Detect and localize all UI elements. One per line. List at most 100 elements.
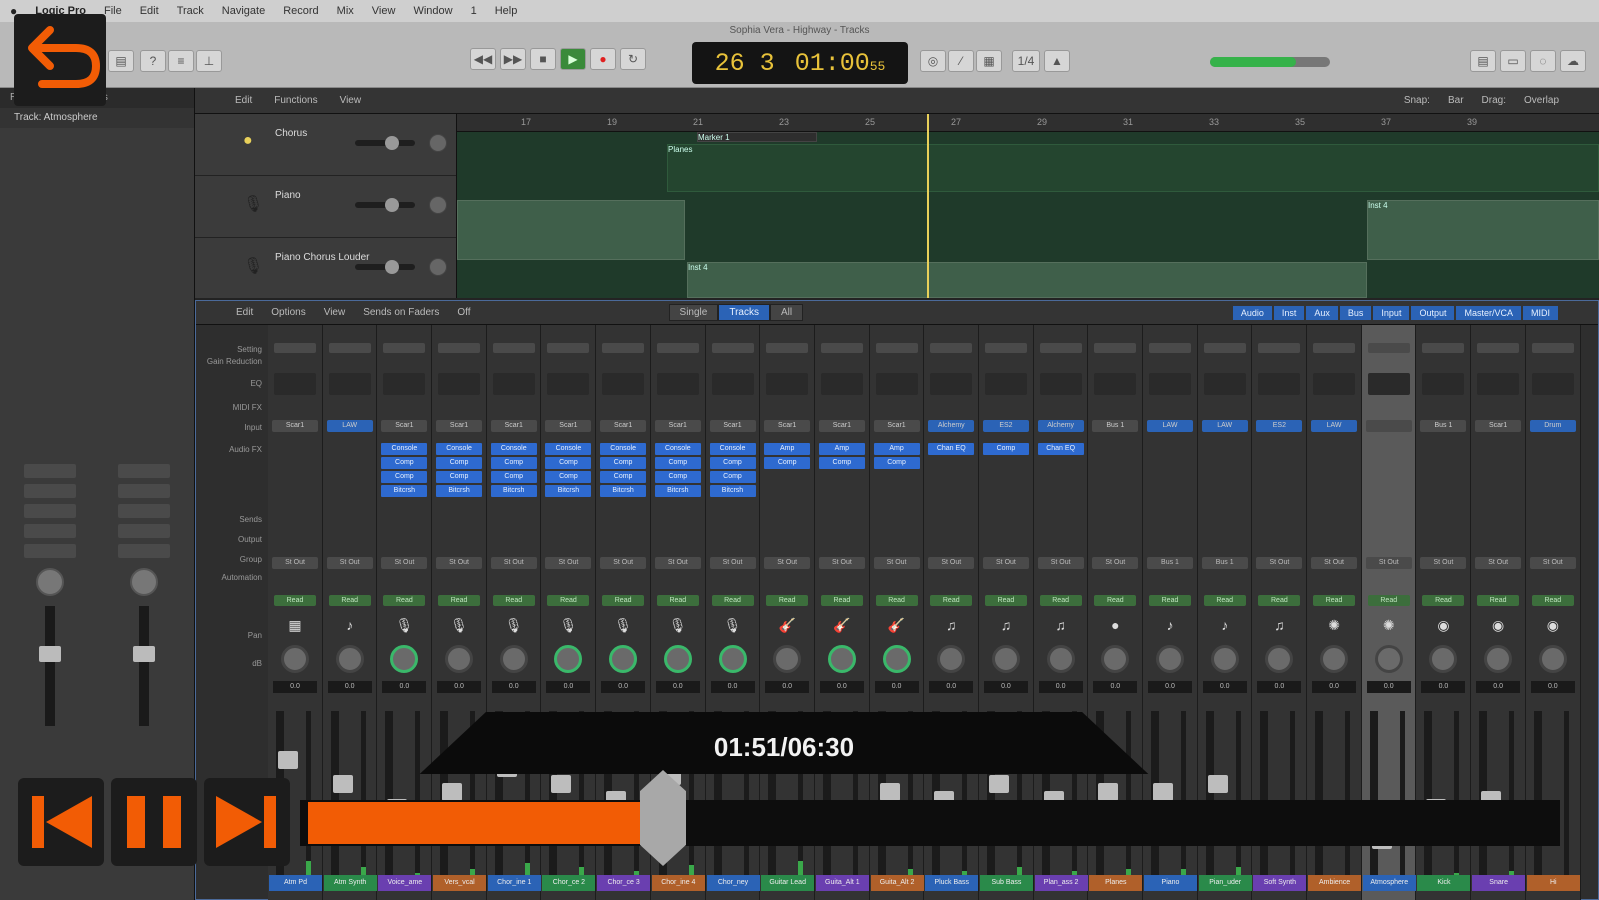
channel-plugin-slot[interactable]: Comp <box>709 471 756 483</box>
track-pan-knob[interactable] <box>429 134 447 152</box>
channel-automation-mode[interactable]: Read <box>1203 595 1246 606</box>
track-name[interactable]: Piano <box>275 190 301 201</box>
inspector-track-header[interactable]: Track: Atmosphere <box>0 108 194 128</box>
menu-window[interactable]: Window <box>413 5 452 17</box>
channel-fader-cap[interactable] <box>1207 775 1228 793</box>
channel-name[interactable]: Chor_ney <box>706 875 760 891</box>
channel-setting-slot[interactable] <box>711 343 754 353</box>
channel-automation-mode[interactable]: Read <box>1094 595 1137 606</box>
channel-output-slot[interactable]: St Out <box>490 557 537 569</box>
channel-output-slot[interactable]: St Out <box>1311 557 1358 569</box>
track-volume-slider[interactable] <box>355 260 415 274</box>
channel-pan-knob[interactable] <box>1156 645 1184 673</box>
channel-plugin-slot[interactable]: Chan EQ <box>1037 443 1084 455</box>
track-volume-cap[interactable] <box>385 260 399 274</box>
channel-plugin-slot[interactable]: Comp <box>545 457 592 469</box>
channel-output-slot[interactable]: St Out <box>381 557 428 569</box>
channel-setting-slot[interactable] <box>602 343 645 353</box>
channel-input-slot[interactable]: Alchemy <box>928 420 975 432</box>
channel-automation-mode[interactable]: Read <box>1531 595 1574 606</box>
channel-setting-slot[interactable] <box>656 343 699 353</box>
mode-all[interactable]: All <box>769 304 804 321</box>
channel-name[interactable]: Guita_Alt 2 <box>870 875 924 891</box>
channel-setting-slot[interactable] <box>984 343 1027 353</box>
channel-automation-mode[interactable]: Read <box>930 595 973 606</box>
channel-name[interactable]: Pian_uder <box>1198 875 1252 891</box>
pause-button[interactable] <box>111 778 197 866</box>
master-volume-slider[interactable] <box>1210 57 1330 67</box>
channel-output-slot[interactable]: St Out <box>1365 557 1412 569</box>
channel-fader-cap[interactable] <box>332 775 353 793</box>
channel-pan-knob[interactable] <box>1374 645 1403 673</box>
channel-eq-thumbnail[interactable] <box>602 373 645 395</box>
channel-automation-mode[interactable]: Read <box>383 595 426 606</box>
channel-name[interactable]: Pluck Bass <box>925 875 979 891</box>
channel-eq-thumbnail[interactable] <box>274 373 316 395</box>
strip-output[interactable] <box>24 544 76 558</box>
channel-eq-thumbnail[interactable] <box>1367 373 1410 395</box>
channel-plugin-slot[interactable]: Bitcrsh <box>381 485 428 497</box>
channel-plugin-slot[interactable]: Bitcrsh <box>436 485 483 497</box>
channel-setting-slot[interactable] <box>1258 343 1301 353</box>
channel-name[interactable]: Piano <box>1144 875 1197 891</box>
channel-pan-knob[interactable] <box>773 645 802 673</box>
channel-automation-mode[interactable]: Read <box>656 595 699 606</box>
channel-plugin-slot[interactable]: Comp <box>490 457 537 469</box>
channel-plugin-slot[interactable]: Console <box>654 443 701 455</box>
channel-fader-cap[interactable] <box>442 783 463 801</box>
channel-input-slot[interactable]: Drum <box>1529 420 1576 432</box>
channel-name[interactable]: Chor_ce 2 <box>542 875 596 891</box>
channel-output-slot[interactable]: St Out <box>928 557 975 569</box>
forward-icon[interactable]: ▶▶ <box>500 48 526 70</box>
channel-pan-knob[interactable] <box>882 645 911 673</box>
menu-view[interactable]: View <box>372 5 396 17</box>
channel-plugin-slot[interactable]: Comp <box>982 443 1029 455</box>
track-pan-knob[interactable] <box>429 258 447 276</box>
channel-automation-mode[interactable]: Read <box>766 595 809 606</box>
channel-name[interactable]: Chor_ine 1 <box>487 875 541 891</box>
channel-input-slot[interactable]: Scar1 <box>436 420 483 432</box>
channel-automation-mode[interactable]: Read <box>1422 595 1465 606</box>
channel-plugin-slot[interactable]: Console <box>600 443 647 455</box>
channel-plugin-slot[interactable]: Comp <box>764 457 811 469</box>
channel-name[interactable]: Kick <box>1417 875 1471 891</box>
menu-file[interactable]: File <box>104 5 122 17</box>
channel-input-slot[interactable]: Scar1 <box>654 420 701 432</box>
channel-output-slot[interactable]: St Out <box>1529 557 1576 569</box>
channel-pan-knob[interactable] <box>663 645 692 673</box>
channel-name[interactable]: Planes <box>1089 875 1143 891</box>
menu-help[interactable]: Help <box>495 5 518 17</box>
channel-setting-slot[interactable] <box>1367 343 1410 353</box>
strip-fx[interactable] <box>24 524 76 538</box>
channel-output-slot[interactable]: St Out <box>1420 557 1467 569</box>
list-editors-button[interactable]: ▤ <box>1470 50 1496 72</box>
channel-input-slot[interactable]: Scar1 <box>1475 420 1522 432</box>
channel-eq-thumbnail[interactable] <box>1258 373 1301 395</box>
channel-output-slot[interactable]: St Out <box>436 557 483 569</box>
menu-edit[interactable]: Edit <box>140 5 159 17</box>
record-icon[interactable]: ● <box>590 48 616 70</box>
rewind-icon[interactable]: ◀◀ <box>470 48 496 70</box>
channel-name[interactable]: Atm Pd <box>269 875 322 891</box>
strip-eq[interactable] <box>24 484 76 498</box>
loop-browser-button[interactable]: ◌ <box>1530 50 1556 72</box>
channel-input-slot[interactable]: Bus 1 <box>1420 420 1467 432</box>
channel-plugin-slot[interactable]: Comp <box>654 471 701 483</box>
track-volume-cap[interactable] <box>385 198 399 212</box>
channel-eq-thumbnail[interactable] <box>1313 373 1356 395</box>
channel-plugin-slot[interactable]: Bitcrsh <box>600 485 647 497</box>
strip-input[interactable] <box>118 504 170 518</box>
channel-plugin-slot[interactable]: Bitcrsh <box>709 485 756 497</box>
channel-eq-thumbnail[interactable] <box>820 373 863 395</box>
channel-fader-cap[interactable] <box>551 775 572 793</box>
channel-output-slot[interactable]: St Out <box>1037 557 1084 569</box>
channel-name[interactable]: Soft Synth <box>1253 875 1307 891</box>
channel-plugin-slot[interactable]: Comp <box>600 471 647 483</box>
channel-pan-knob[interactable] <box>827 645 856 673</box>
channel-input-slot[interactable]: Scar1 <box>764 420 811 432</box>
bar-ruler[interactable]: 17 19 21 23 25 27 29 31 33 35 37 39 <box>457 114 1599 132</box>
filter-bus[interactable]: Bus <box>1339 305 1372 320</box>
channel-name[interactable]: Sub Bass <box>979 875 1033 891</box>
channel-output-slot[interactable]: St Out <box>982 557 1029 569</box>
channel-input-slot[interactable]: ES2 <box>982 420 1029 432</box>
